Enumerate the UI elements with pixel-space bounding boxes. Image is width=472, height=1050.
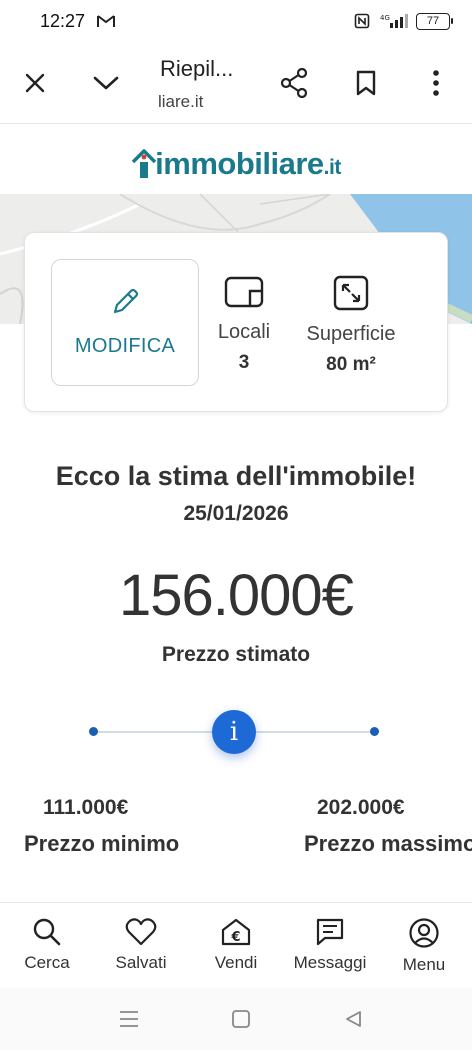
rooms-feature: Locali 3 (217, 275, 271, 374)
battery-level: 77 (426, 15, 440, 27)
rooms-label: Locali (217, 321, 271, 343)
system-navigation-bar (0, 988, 472, 1050)
more-options-button[interactable] (413, 60, 459, 106)
rooms-value: 3 (238, 352, 250, 373)
min-price-label: Prezzo minimo (24, 831, 180, 856)
menu-lines-icon (120, 1011, 138, 1027)
bookmark-button[interactable] (343, 60, 389, 106)
range-min-dot (89, 727, 98, 736)
estimate-title: Ecco la stima dell'immobile! (55, 461, 417, 491)
close-icon (25, 73, 45, 93)
logo-text: immobiliare.it (155, 146, 341, 182)
bottom-navigation: Cerca Salvati € Vendi Messaggi Menu (0, 902, 472, 988)
house-logo-icon (131, 149, 157, 178)
status-time: 12:27 (40, 10, 86, 31)
collapse-button[interactable] (83, 60, 129, 106)
expand-arrows-icon (333, 275, 369, 311)
more-vert-icon (433, 70, 439, 96)
nav-search-label: Cerca (24, 953, 70, 972)
logo-main: immobiliare (155, 146, 324, 181)
nfc-icon (354, 13, 370, 29)
logo-tld: .it (323, 156, 342, 179)
recent-apps-button[interactable] (116, 1006, 142, 1032)
min-price-value: 111.000€ (43, 796, 129, 819)
euro-house-icon: € (221, 918, 251, 946)
edit-button[interactable]: MODIFICA (51, 259, 199, 386)
nav-search[interactable]: Cerca (2, 917, 92, 973)
heart-icon (125, 918, 157, 946)
gmail-icon (97, 15, 116, 27)
status-bar: 12:27 4G 77 (0, 0, 472, 42)
estimated-price: 156.000€ (119, 563, 354, 628)
nav-saved[interactable]: Salvati (96, 917, 186, 973)
nav-menu-label: Menu (402, 955, 446, 974)
signal-icon: 4G (380, 14, 408, 28)
browser-toolbar: Riepil... liare.it (0, 42, 472, 124)
chevron-down-icon (93, 76, 119, 90)
site-logo[interactable]: immobiliare.it (0, 146, 472, 182)
estimated-price-caption: Prezzo stimato (161, 643, 311, 666)
bookmark-icon (356, 70, 376, 96)
info-button[interactable]: i (212, 710, 256, 754)
nav-messages-label: Messaggi (293, 953, 367, 972)
search-icon (33, 918, 61, 946)
user-circle-icon (409, 918, 439, 948)
svg-text:€: € (230, 930, 240, 945)
nav-saved-label: Salvati (115, 953, 167, 972)
nav-messages[interactable]: Messaggi (285, 917, 375, 973)
area-value: 80 m² (326, 354, 376, 375)
battery-indicator: 77 (416, 12, 453, 30)
rooms-icon (224, 276, 264, 308)
page-url: liare.it (158, 92, 204, 111)
back-button[interactable] (340, 1006, 366, 1032)
property-summary-card: MODIFICA Locali 3 Superficie 80 m² (24, 232, 448, 412)
area-feature: Superficie 80 m² (301, 275, 401, 376)
share-icon (280, 68, 308, 98)
range-max-dot (370, 727, 379, 736)
home-button[interactable] (228, 1006, 254, 1032)
estimate-date: 25/01/2026 (183, 502, 289, 525)
max-price-label: Prezzo massimo (304, 831, 472, 856)
area-label: Superficie (306, 323, 396, 345)
share-button[interactable] (271, 60, 317, 106)
message-icon (316, 918, 344, 946)
square-icon (232, 1010, 250, 1028)
max-price-value: 202.000€ (317, 796, 405, 819)
triangle-back-icon (346, 1011, 361, 1027)
nav-menu[interactable]: Menu (379, 917, 469, 975)
nav-sell[interactable]: € Vendi (191, 917, 281, 973)
pencil-icon (113, 288, 139, 314)
nav-sell-label: Vendi (214, 953, 258, 972)
close-button[interactable] (12, 60, 58, 106)
edit-label: MODIFICA (74, 335, 176, 357)
svg-text:4G: 4G (380, 14, 390, 22)
info-icon: i (229, 717, 239, 747)
page-title: Riepil... (160, 56, 234, 81)
